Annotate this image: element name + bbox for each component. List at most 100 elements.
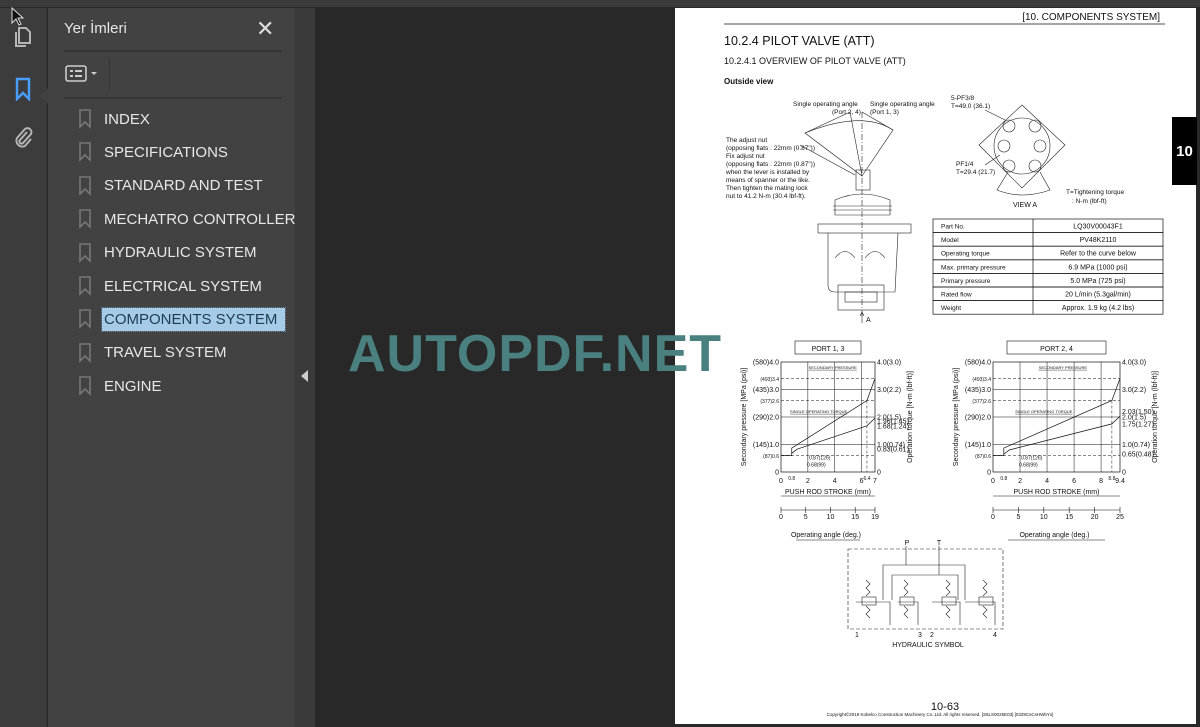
- y2-tick-label: 3.0(2.2): [1122, 387, 1146, 394]
- port-label: 3: [918, 632, 922, 639]
- y-tick-label: (290)2.0: [753, 415, 779, 422]
- bookmark-icon[interactable]: [10, 76, 36, 102]
- port-p-label: P: [905, 540, 910, 547]
- bookmark-label: ENGINE: [104, 377, 162, 395]
- chapter-tab: 10: [1172, 117, 1197, 185]
- x-tick-label: 0: [779, 478, 783, 485]
- callout: A: [866, 317, 871, 324]
- bookmark-label: MECHATRO CONTROLLER: [104, 210, 296, 228]
- x-tick-label: 6: [1072, 478, 1076, 485]
- x-tick-label: 0.8: [1000, 476, 1007, 482]
- bookmark-item[interactable]: TRAVEL SYSTEM: [78, 339, 229, 367]
- y-axis-label: Secondary pressure [MPa (psi)]: [953, 368, 960, 466]
- y2-tick-label: 1.68(1.24): [877, 423, 909, 430]
- callout: VIEW A: [1013, 202, 1037, 209]
- y2-tick-label: 0: [1122, 470, 1126, 477]
- y-tick-label: (377)2.6: [972, 399, 991, 405]
- callout: PF1/4: [956, 161, 974, 168]
- x-tick-label: 4: [833, 478, 837, 485]
- spec-value: 20 L/min (5.3gal/min): [1065, 292, 1131, 299]
- bookmark-item[interactable]: MECHATRO CONTROLLER: [78, 205, 297, 233]
- y-tick-label: 0: [987, 470, 991, 477]
- angle-axis-label: Operating angle (deg.): [791, 532, 861, 539]
- port-label: 4: [993, 632, 997, 639]
- chart-1: PORT 1, 30 0.8 2 4 6 6.4 7(580)4.0(493)3.4(435…: [741, 340, 914, 541]
- annotation: 0.87(126): [1021, 456, 1043, 462]
- bookmark-icon: [79, 342, 91, 363]
- y-tick-label: (580)4.0: [965, 360, 991, 367]
- y2-tick-label: 1.0(0.74): [1122, 442, 1150, 449]
- bookmarks-panel: Yer İmleri ✕ INDEX SPECIFICATIONS STANDARD…: [48, 8, 295, 727]
- spec-label: Operating torque: [941, 251, 990, 258]
- x-axis-label: PUSH ROD STROKE (mm): [1014, 489, 1100, 496]
- angle-tick-label: 0: [991, 514, 995, 521]
- y-tick-label: (87)0.6: [763, 454, 779, 460]
- y-tick-label: (493)3.4: [760, 377, 779, 383]
- bookmark-icon: [79, 109, 91, 129]
- callout: T=Tightening torque: [1066, 189, 1125, 196]
- bookmark-item[interactable]: INDEX: [78, 105, 152, 133]
- spec-row: [932, 218, 1164, 233]
- bookmark-item[interactable]: ELECTRICAL SYSTEM: [78, 272, 264, 300]
- bookmark-icon: [79, 242, 91, 263]
- note-line: (opposing flats : 22mm (0.87")): [726, 161, 815, 168]
- pdf-page: [10. COMPONENTS SYSTEM] 10.2.4 PILOT VAL…: [675, 8, 1196, 724]
- view-a-drawing: [978, 104, 1066, 196]
- y-axis-label: Secondary pressure [MPa (psi)]: [741, 368, 748, 466]
- angle-tick-label: 10: [1040, 514, 1048, 521]
- spec-label: Part No.: [941, 224, 965, 231]
- annotation: 0.68(99): [1019, 463, 1038, 469]
- spec-label: Rated flow: [941, 292, 972, 299]
- copyright: Copyright©2019 Kobelco Construction Mach…: [827, 711, 1054, 717]
- angle-tick-label: 15: [851, 514, 859, 521]
- bookmark-item[interactable]: ENGINE: [78, 372, 164, 400]
- x-axis-label: PUSH ROD STROKE (mm): [785, 489, 871, 496]
- bookmark-label: TRAVEL SYSTEM: [104, 344, 227, 362]
- x-tick-label: 2: [806, 478, 810, 485]
- y2-tick-label: 4.0(3.0): [877, 360, 901, 367]
- y-tick-label: (290)2.0: [965, 415, 991, 422]
- panel-collapse-strip[interactable]: [295, 8, 315, 727]
- port-label: 1: [855, 632, 859, 639]
- divider: [109, 58, 110, 90]
- spec-row: [932, 232, 1164, 247]
- watermark: AUTOPDF.NET: [348, 325, 723, 383]
- bookmark-icon: [79, 309, 91, 330]
- outside-view-label: Outside view: [724, 77, 774, 86]
- bookmark-options-button[interactable]: [64, 64, 104, 84]
- y2-axis-label: Operation torque [N-m (lbf-ft)]: [907, 371, 914, 463]
- annotation: SINGLE OPERATING TORQUE: [790, 409, 847, 414]
- y-tick-label: (435)3.0: [753, 387, 779, 394]
- divider: [64, 50, 282, 52]
- attachment-icon[interactable]: [10, 124, 36, 150]
- bookmark-item[interactable]: STANDARD AND TEST: [78, 172, 265, 200]
- callout: (Port 1, 3): [870, 109, 899, 116]
- y-tick-label: (145)1.0: [965, 442, 991, 449]
- port-label: 2: [930, 632, 934, 639]
- pilot-valve-drawing: [799, 111, 912, 323]
- bookmark-icon: [79, 142, 91, 163]
- close-panel-button[interactable]: ✕: [256, 16, 274, 42]
- bookmark-item[interactable]: COMPONENTS SYSTEM: [78, 305, 286, 333]
- y-tick-label: (145)1.0: [753, 442, 779, 449]
- bookmark-label: COMPONENTS SYSTEM: [101, 306, 286, 332]
- list-options-icon: [65, 65, 97, 82]
- x-tick-label: 0.8: [788, 476, 795, 482]
- chart-title: PORT 1, 3: [812, 346, 845, 353]
- x-tick-label: 7: [873, 478, 877, 485]
- bookmark-item[interactable]: SPECIFICATIONS: [78, 138, 230, 166]
- y-tick-label: 0: [775, 470, 779, 477]
- bookmark-icon: [79, 276, 91, 296]
- angle-tick-label: 10: [827, 514, 835, 521]
- port-t-label: T: [937, 540, 942, 547]
- collapse-arrow-icon[interactable]: [301, 370, 308, 382]
- callout: Single operating angle: [793, 101, 858, 108]
- spec-label: Primary pressure: [941, 278, 991, 285]
- bookmark-label: SPECIFICATIONS: [104, 143, 228, 161]
- spec-value: Approx. 1.9 kg (4.2 lbs): [1062, 305, 1134, 312]
- note-line: when the lever is installed by: [725, 169, 810, 176]
- bookmark-label: INDEX: [104, 110, 150, 128]
- bookmark-item[interactable]: HYDRAULIC SYSTEM: [78, 239, 259, 267]
- panel-title: Yer İmleri: [64, 20, 127, 37]
- y2-tick-label: 4.0(3.0): [1122, 360, 1146, 367]
